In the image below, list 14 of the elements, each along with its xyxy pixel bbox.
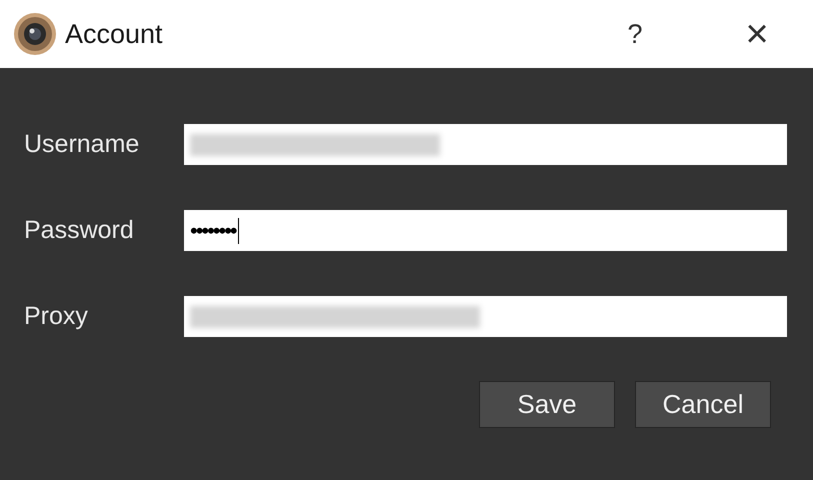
camera-icon — [13, 12, 57, 56]
password-dots: •••••••• — [190, 220, 236, 242]
dialog-button[interactable]: Cancel — [635, 381, 771, 428]
close-button[interactable]: × — [737, 14, 777, 54]
text-cursor — [238, 218, 239, 244]
window-title: Account — [65, 18, 163, 51]
text-field[interactable]: •••••••• — [184, 210, 787, 251]
field-label: Username — [24, 128, 140, 160]
field-label: Password — [24, 214, 135, 246]
text-field[interactable] — [184, 296, 787, 337]
field-label: Proxy — [24, 300, 89, 332]
text-field[interactable] — [184, 124, 787, 165]
help-button[interactable]: ? — [615, 14, 655, 54]
dialog-button[interactable]: Save — [479, 381, 615, 428]
